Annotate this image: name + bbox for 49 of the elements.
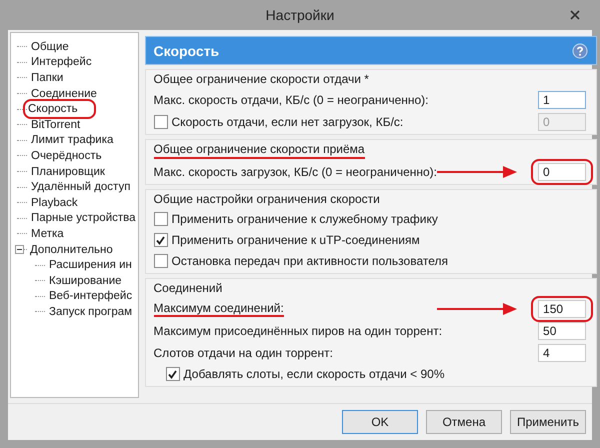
group-title: Общее ограничение скорости приёма (154, 142, 365, 159)
checkbox[interactable] (166, 367, 180, 381)
input-field[interactable]: 50 (538, 322, 586, 340)
field-label: Скорость отдачи, если нет загрузок, КБ/с: (172, 114, 404, 128)
tree-item[interactable]: Планировщик (29, 164, 107, 179)
dialog-button[interactable]: Применить (510, 410, 586, 434)
field-label: Максимум присоединённых пиров на один торрент: (154, 324, 442, 338)
help-icon[interactable] (572, 42, 588, 58)
field-label: Слотов отдачи на один торрент: (154, 346, 333, 360)
tree-item[interactable]: Расширения ин (47, 258, 134, 272)
tree-item[interactable]: Папки (29, 70, 66, 85)
close-icon (570, 10, 580, 20)
tree-item[interactable]: Запуск програм (47, 304, 134, 319)
checkbox-label: Применить ограничение к uTP-соединениям (172, 233, 420, 247)
tree-item[interactable]: Лимит трафика (29, 133, 116, 148)
group-title: Соединений (154, 281, 222, 296)
tree-item[interactable]: Удалённый доступ (29, 180, 132, 194)
tree-item[interactable]: Интерфейс (29, 55, 94, 70)
collapse-icon[interactable] (15, 245, 24, 254)
field-label: Максимум соединений: (154, 300, 284, 316)
tree-item[interactable]: Дополнительно (28, 242, 115, 257)
tree-item[interactable]: Веб-интерфейс (47, 289, 134, 304)
checkbox-label: Добавлять слоты, если скорость отдачи < 90% (184, 367, 445, 381)
tree-item[interactable]: Общие (29, 40, 71, 54)
tree-item[interactable]: Очерёдность (29, 148, 104, 163)
checkbox-label: Остановка передач при активности пользователя (172, 254, 448, 268)
checkbox-label: Применить ограничение к служебному трафику (172, 212, 438, 226)
dialog-button[interactable]: OK (342, 410, 418, 434)
tree-item[interactable]: Метка (29, 226, 66, 241)
tree-item[interactable]: Соединение (29, 86, 99, 101)
tree-item[interactable]: Парные устройства (29, 211, 138, 226)
field-label: Макс. скорость загрузок, КБ/с (0 = неограниченно): (154, 164, 438, 178)
window-title: Настройки (266, 7, 334, 23)
input-field[interactable]: 0 (538, 162, 586, 180)
tree-item[interactable]: Playback (29, 196, 80, 210)
input-field[interactable]: 150 (538, 300, 586, 318)
input-field[interactable]: 1 (538, 90, 586, 108)
checkbox[interactable] (154, 233, 168, 247)
input-field[interactable]: 4 (538, 344, 586, 362)
tree-item[interactable]: Скорость (23, 99, 96, 120)
checkbox[interactable] (154, 212, 168, 226)
section-title: Скорость (154, 42, 220, 58)
field-label: Макс. скорость отдачи, КБ/с (0 = неограниченно): (154, 92, 428, 106)
dialog-button[interactable]: Отмена (426, 410, 502, 434)
tree-item[interactable]: BitTorrent (29, 118, 82, 132)
checkbox[interactable] (154, 254, 168, 268)
tree-item[interactable]: Кэширование (47, 274, 124, 288)
group-title: Общее ограничение скорости отдачи * (154, 72, 369, 87)
group-title: Общие настройки ограничения скорости (154, 192, 380, 207)
